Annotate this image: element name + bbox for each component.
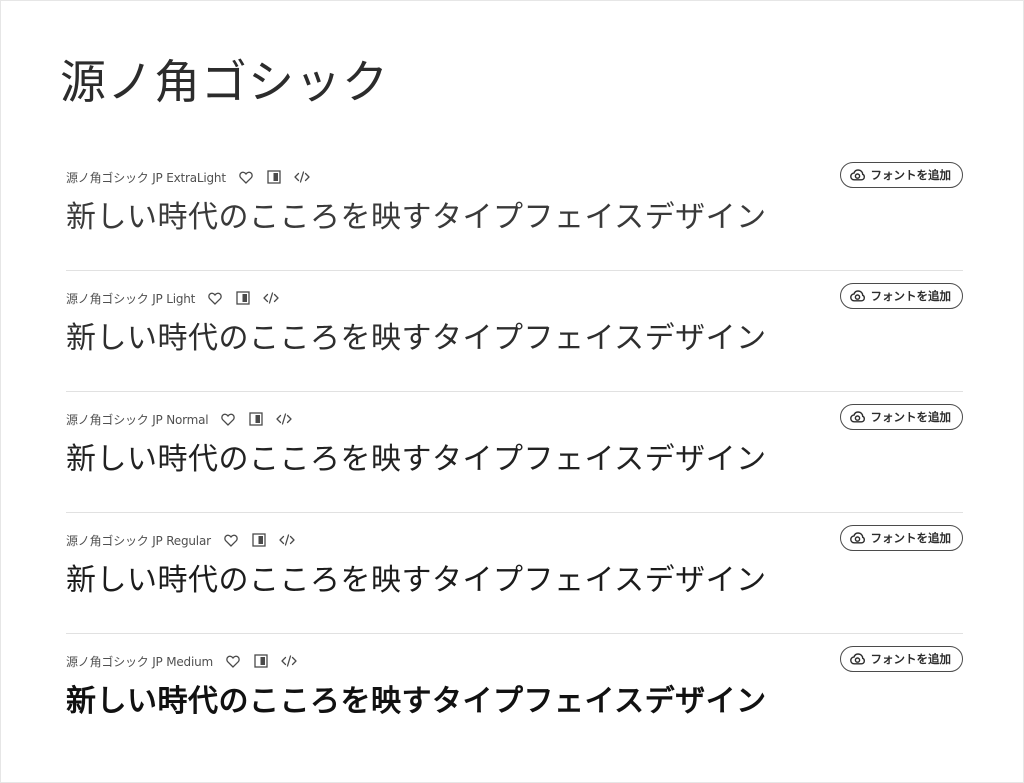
add-font-button[interactable]: フォントを追加 (839, 404, 963, 430)
preview-icon[interactable] (251, 532, 267, 548)
add-font-label: フォントを追加 (870, 531, 952, 545)
heart-icon[interactable] (220, 411, 236, 427)
add-font-label: フォントを追加 (870, 410, 952, 424)
add-font-label: フォントを追加 (870, 289, 952, 303)
heart-icon[interactable] (238, 169, 254, 185)
heart-icon[interactable] (207, 290, 223, 306)
code-icon[interactable] (294, 169, 310, 185)
sample-text: 新しい時代のこころを映すタイプフェイスデザイン (66, 563, 767, 598)
preview-icon[interactable] (235, 290, 251, 306)
font-row-regular: 源ノ角ゴシック JP Regular フォントを追加 新しい時代のこころを映すタ… (66, 513, 963, 634)
font-row-normal: 源ノ角ゴシック JP Normal フォントを追加 新しい時代のこころを映すタイ… (66, 392, 963, 513)
sample-text: 新しい時代のこころを映すタイプフェイスデザイン (66, 200, 767, 235)
font-name[interactable]: 源ノ角ゴシック JP Light (66, 290, 195, 307)
font-meta: 源ノ角ゴシック JP Light (66, 288, 279, 308)
add-font-label: フォントを追加 (870, 168, 952, 182)
font-name[interactable]: 源ノ角ゴシック JP ExtraLight (66, 169, 226, 186)
sample-text: 新しい時代のこころを映すタイプフェイスデザイン (66, 321, 767, 356)
font-name[interactable]: 源ノ角ゴシック JP Regular (66, 532, 211, 549)
code-icon[interactable] (263, 290, 279, 306)
font-name[interactable]: 源ノ角ゴシック JP Normal (66, 411, 209, 428)
font-meta: 源ノ角ゴシック JP Normal (66, 409, 293, 429)
font-row-light: 源ノ角ゴシック JP Light フォントを追加 新しい時代のこころを映すタイプ… (66, 271, 963, 392)
add-font-label: フォントを追加 (870, 652, 952, 666)
creative-cloud-icon (849, 290, 865, 302)
creative-cloud-icon (849, 169, 865, 181)
add-font-button[interactable]: フォントを追加 (839, 525, 963, 551)
sample-text: 新しい時代のこころを映すタイプフェイスデザイン (66, 684, 767, 719)
code-icon[interactable] (276, 411, 293, 427)
sample-text: 新しい時代のこころを映すタイプフェイスデザイン (66, 442, 767, 477)
font-meta: 源ノ角ゴシック JP Medium (66, 651, 297, 671)
preview-icon[interactable] (248, 411, 264, 427)
page-title: 源ノ角ゴシック (60, 55, 389, 109)
preview-icon[interactable] (266, 169, 282, 185)
font-row-extralight: 源ノ角ゴシック JP ExtraLight フォントを追加 新しい時代のこころを… (66, 150, 963, 271)
add-font-button[interactable]: フォントを追加 (839, 283, 963, 309)
creative-cloud-icon (849, 411, 865, 423)
creative-cloud-icon (849, 532, 865, 544)
font-name[interactable]: 源ノ角ゴシック JP Medium (66, 653, 213, 670)
preview-icon[interactable] (253, 653, 269, 669)
add-font-button[interactable]: フォントを追加 (839, 646, 963, 672)
add-font-button[interactable]: フォントを追加 (839, 162, 963, 188)
font-meta: 源ノ角ゴシック JP ExtraLight (66, 167, 310, 187)
font-meta: 源ノ角ゴシック JP Regular (66, 530, 295, 550)
creative-cloud-icon (849, 653, 865, 665)
font-family-list: 源ノ角ゴシック JP ExtraLight フォントを追加 新しい時代のこころを… (66, 150, 963, 754)
heart-icon[interactable] (223, 532, 239, 548)
heart-icon[interactable] (225, 653, 241, 669)
code-icon[interactable] (281, 653, 297, 669)
font-row-medium: 源ノ角ゴシック JP Medium フォントを追加 新しい時代のこころを映すタイ… (66, 634, 963, 754)
code-icon[interactable] (279, 532, 295, 548)
